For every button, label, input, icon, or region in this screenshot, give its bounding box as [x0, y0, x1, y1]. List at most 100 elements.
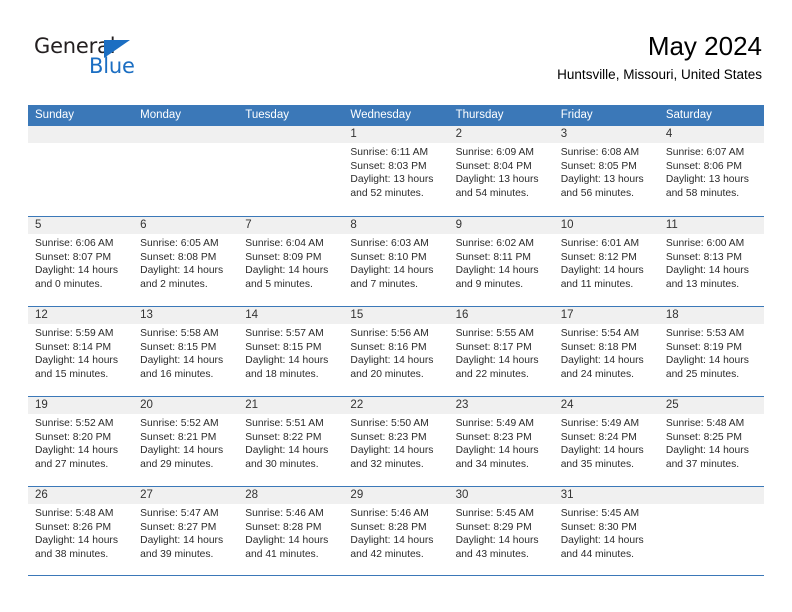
- daylight-text: Daylight: 14 hours and 25 minutes.: [665, 355, 749, 380]
- day-number: 16: [448, 307, 554, 324]
- sunset-text: Sunset: 8:05 PM: [560, 160, 637, 172]
- daylight-text: Daylight: 14 hours and 9 minutes.: [455, 265, 539, 290]
- sunset-text: Sunset: 8:13 PM: [665, 251, 742, 263]
- daylight-text: Daylight: 14 hours and 22 minutes.: [455, 355, 539, 380]
- day-number: 12: [28, 307, 134, 324]
- daylight-text: Daylight: 14 hours and 20 minutes.: [350, 355, 434, 380]
- calendar-day-cell[interactable]: 23 Sunrise: 5:49 AM Sunset: 8:23 PM Dayligh…: [448, 397, 554, 486]
- calendar-day-cell[interactable]: 30 Sunrise: 5:45 AM Sunset: 8:29 PM Dayligh…: [448, 487, 554, 575]
- page-subtitle: Huntsville, Missouri, United States: [557, 66, 762, 82]
- day-info: Sunrise: 5:46 AM Sunset: 8:28 PM Daylight:…: [238, 504, 343, 561]
- calendar-day-cell[interactable]: 4 Sunrise: 6:07 AM Sunset: 8:06 PM Daylight…: [658, 126, 764, 216]
- day-number: 3: [553, 126, 659, 143]
- calendar-day-cell[interactable]: 22 Sunrise: 5:50 AM Sunset: 8:23 PM Dayligh…: [343, 397, 449, 486]
- calendar-day-cell[interactable]: 11 Sunrise: 6:00 AM Sunset: 8:13 PM Dayligh…: [658, 217, 764, 306]
- sunrise-text: Sunrise: 5:49 AM: [560, 418, 640, 429]
- day-info: Sunrise: 5:46 AM Sunset: 8:28 PM Daylight:…: [343, 504, 448, 561]
- calendar-day-cell[interactable]: 2 Sunrise: 6:09 AM Sunset: 8:04 PM Daylight…: [448, 126, 554, 216]
- day-info: Sunrise: 5:50 AM Sunset: 8:23 PM Daylight:…: [343, 414, 448, 471]
- day-number: [133, 126, 239, 143]
- sunrise-text: Sunrise: 5:52 AM: [140, 418, 219, 429]
- daylight-text: Daylight: 14 hours and 24 minutes.: [560, 355, 644, 380]
- sunset-text: Sunset: 8:08 PM: [140, 251, 217, 263]
- daylight-text: Daylight: 14 hours and 35 minutes.: [560, 445, 644, 470]
- calendar-day-cell[interactable]: 21 Sunrise: 5:51 AM Sunset: 8:22 PM Dayligh…: [238, 397, 344, 486]
- calendar-day-cell[interactable]: 19 Sunrise: 5:52 AM Sunset: 8:20 PM Dayligh…: [28, 397, 134, 486]
- calendar-day-cell[interactable]: 13 Sunrise: 5:58 AM Sunset: 8:15 PM Dayligh…: [133, 307, 239, 396]
- day-info: Sunrise: 6:06 AM Sunset: 8:07 PM Daylight:…: [28, 234, 133, 291]
- calendar-day-cell[interactable]: 24 Sunrise: 5:49 AM Sunset: 8:24 PM Dayligh…: [553, 397, 659, 486]
- calendar-day-cell[interactable]: 8 Sunrise: 6:03 AM Sunset: 8:10 PM Daylight…: [343, 217, 449, 306]
- calendar-day-cell[interactable]: 10 Sunrise: 6:01 AM Sunset: 8:12 PM Dayligh…: [553, 217, 659, 306]
- calendar-day-cell[interactable]: 5 Sunrise: 6:06 AM Sunset: 8:07 PM Daylight…: [28, 217, 134, 306]
- sunset-text: Sunset: 8:11 PM: [455, 251, 531, 263]
- day-info: Sunrise: 5:54 AM Sunset: 8:18 PM Daylight:…: [554, 324, 659, 381]
- calendar-day-cell[interactable]: 26 Sunrise: 5:48 AM Sunset: 8:26 PM Dayligh…: [28, 487, 134, 575]
- weekday-header-monday: Monday: [140, 109, 182, 121]
- calendar-day-cell[interactable]: 1 Sunrise: 6:11 AM Sunset: 8:03 PM Daylight…: [343, 126, 449, 216]
- calendar-day-cell-empty: [133, 126, 239, 216]
- calendar-day-cell[interactable]: 29 Sunrise: 5:46 AM Sunset: 8:28 PM Dayligh…: [343, 487, 449, 575]
- weekday-header-friday: Friday: [560, 109, 593, 121]
- daylight-text: Daylight: 14 hours and 34 minutes.: [455, 445, 539, 470]
- calendar-day-cell[interactable]: 18 Sunrise: 5:53 AM Sunset: 8:19 PM Dayligh…: [658, 307, 764, 396]
- day-info: Sunrise: 6:09 AM Sunset: 8:04 PM Daylight:…: [449, 143, 554, 200]
- calendar-day-cell[interactable]: 9 Sunrise: 6:02 AM Sunset: 8:11 PM Daylight…: [448, 217, 554, 306]
- daylight-text: Daylight: 14 hours and 39 minutes.: [140, 535, 224, 560]
- sunset-text: Sunset: 8:16 PM: [350, 341, 427, 353]
- sunrise-text: Sunrise: 6:01 AM: [560, 238, 640, 249]
- day-number: 13: [133, 307, 239, 324]
- calendar-day-cell[interactable]: 20 Sunrise: 5:52 AM Sunset: 8:21 PM Dayligh…: [133, 397, 239, 486]
- calendar-day-cell[interactable]: 31 Sunrise: 5:45 AM Sunset: 8:30 PM Dayligh…: [553, 487, 659, 575]
- day-number: 9: [448, 217, 554, 234]
- day-info: Sunrise: 5:48 AM Sunset: 8:26 PM Daylight:…: [28, 504, 133, 561]
- calendar-day-cell[interactable]: 28 Sunrise: 5:46 AM Sunset: 8:28 PM Dayligh…: [238, 487, 344, 575]
- daylight-text: Daylight: 14 hours and 32 minutes.: [350, 445, 434, 470]
- sunset-text: Sunset: 8:25 PM: [665, 431, 742, 443]
- sunset-text: Sunset: 8:09 PM: [245, 251, 322, 263]
- daylight-text: Daylight: 13 hours and 54 minutes.: [455, 174, 539, 199]
- day-number: 2: [448, 126, 554, 143]
- day-number: 14: [238, 307, 344, 324]
- sunrise-text: Sunrise: 6:04 AM: [245, 238, 324, 249]
- day-number: 10: [553, 217, 659, 234]
- calendar-week-row: 5 Sunrise: 6:06 AM Sunset: 8:07 PM Daylight…: [28, 216, 764, 306]
- calendar-day-cell[interactable]: 16 Sunrise: 5:55 AM Sunset: 8:17 PM Dayligh…: [448, 307, 554, 396]
- calendar-day-cell[interactable]: 15 Sunrise: 5:56 AM Sunset: 8:16 PM Dayligh…: [343, 307, 449, 396]
- weekday-header-thursday: Thursday: [455, 109, 504, 121]
- day-info: Sunrise: 6:02 AM Sunset: 8:11 PM Daylight:…: [449, 234, 554, 291]
- day-info: Sunrise: 5:45 AM Sunset: 8:29 PM Daylight:…: [449, 504, 554, 561]
- daylight-text: Daylight: 14 hours and 42 minutes.: [350, 535, 434, 560]
- day-info: Sunrise: 6:00 AM Sunset: 8:13 PM Daylight:…: [659, 234, 764, 291]
- day-number: 24: [553, 397, 659, 414]
- day-number: 15: [343, 307, 449, 324]
- daylight-text: Daylight: 13 hours and 58 minutes.: [665, 174, 749, 199]
- sunset-text: Sunset: 8:28 PM: [245, 521, 322, 533]
- calendar-day-cell[interactable]: 12 Sunrise: 5:59 AM Sunset: 8:14 PM Dayligh…: [28, 307, 134, 396]
- day-info: Sunrise: 5:56 AM Sunset: 8:16 PM Daylight:…: [343, 324, 448, 381]
- day-number: 28: [238, 487, 344, 504]
- day-number: [28, 126, 134, 143]
- calendar-day-cell[interactable]: 27 Sunrise: 5:47 AM Sunset: 8:27 PM Dayligh…: [133, 487, 239, 575]
- daylight-text: Daylight: 14 hours and 44 minutes.: [560, 535, 644, 560]
- calendar-day-cell[interactable]: 14 Sunrise: 5:57 AM Sunset: 8:15 PM Dayligh…: [238, 307, 344, 396]
- calendar-day-cell[interactable]: 3 Sunrise: 6:08 AM Sunset: 8:05 PM Daylight…: [553, 126, 659, 216]
- day-info: Sunrise: 5:52 AM Sunset: 8:21 PM Daylight:…: [133, 414, 238, 471]
- day-info: Sunrise: 5:55 AM Sunset: 8:17 PM Daylight:…: [449, 324, 554, 381]
- calendar-day-cell[interactable]: 25 Sunrise: 5:48 AM Sunset: 8:25 PM Dayligh…: [658, 397, 764, 486]
- calendar-week-row: 1 Sunrise: 6:11 AM Sunset: 8:03 PM Daylight…: [28, 126, 764, 216]
- day-number: [658, 487, 764, 504]
- sunset-text: Sunset: 8:23 PM: [350, 431, 427, 443]
- calendar-day-cell[interactable]: 17 Sunrise: 5:54 AM Sunset: 8:18 PM Dayligh…: [553, 307, 659, 396]
- daylight-text: Daylight: 13 hours and 52 minutes.: [350, 174, 434, 199]
- calendar-day-cell[interactable]: 7 Sunrise: 6:04 AM Sunset: 8:09 PM Daylight…: [238, 217, 344, 306]
- day-number: 21: [238, 397, 344, 414]
- daylight-text: Daylight: 14 hours and 37 minutes.: [665, 445, 749, 470]
- daylight-text: Daylight: 14 hours and 30 minutes.: [245, 445, 329, 470]
- sunrise-text: Sunrise: 5:47 AM: [140, 508, 219, 519]
- calendar-grid: Sunday Monday Tuesday Wednesday Thursday Frid…: [28, 105, 764, 576]
- sunrise-text: Sunrise: 5:58 AM: [140, 328, 219, 339]
- sunrise-text: Sunrise: 5:51 AM: [245, 418, 324, 429]
- day-number: 6: [133, 217, 239, 234]
- calendar-day-cell[interactable]: 6 Sunrise: 6:05 AM Sunset: 8:08 PM Daylight…: [133, 217, 239, 306]
